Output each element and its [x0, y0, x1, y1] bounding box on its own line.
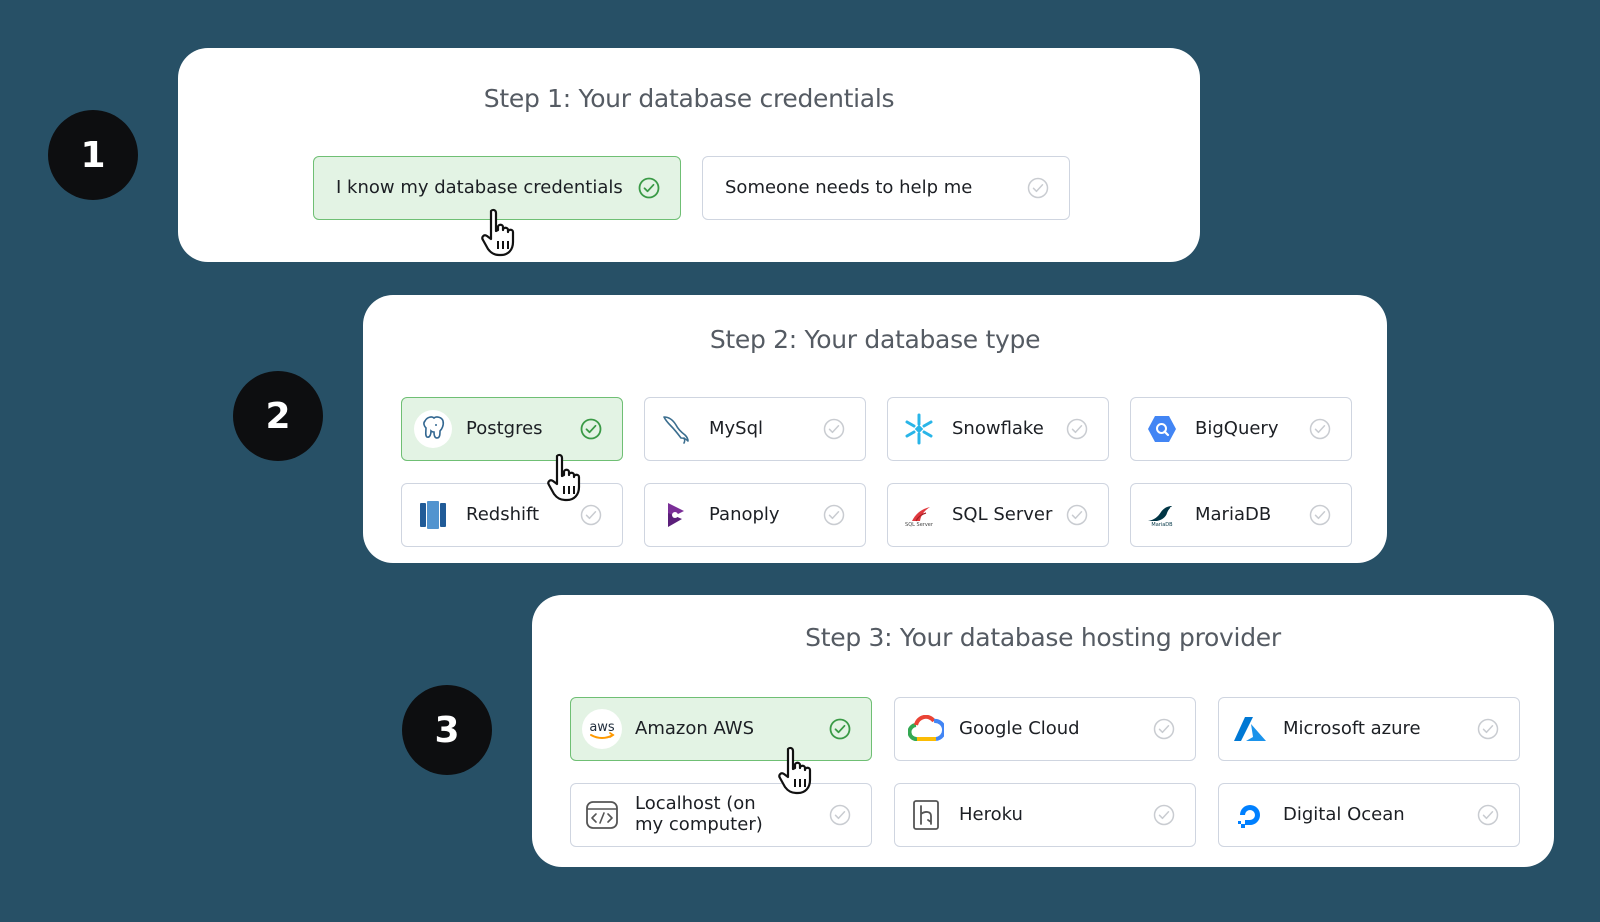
step-1-number: 1 [80, 134, 106, 176]
option-someone-help[interactable]: Someone needs to help me [702, 156, 1070, 220]
mariadb-logo-text: MariaDB [1151, 521, 1173, 528]
check-circle-icon [1153, 804, 1175, 826]
option-label: MariaDB [1195, 503, 1272, 525]
check-circle-icon [580, 418, 602, 440]
option-label: I know my database credentials [336, 176, 623, 198]
option-digital-ocean[interactable]: Digital Ocean [1218, 783, 1520, 847]
step-3-number-badge: 3 [402, 685, 492, 775]
option-label: SQL Server [952, 503, 1053, 525]
redshift-icon [412, 494, 454, 536]
check-circle-icon [1066, 418, 1088, 440]
sql-server-logo-text: SQL Server [905, 521, 933, 528]
option-bigquery[interactable]: BigQuery [1130, 397, 1352, 461]
step-1-title: Step 1: Your database credentials [483, 84, 895, 113]
option-label: MySql [709, 417, 764, 439]
option-label: Postgres [466, 417, 543, 439]
option-label: Microsoft azure [1283, 717, 1421, 739]
option-amazon-aws[interactable]: aws Amazon AWS [570, 697, 872, 761]
check-circle-icon [829, 718, 851, 740]
check-circle-icon [1309, 504, 1331, 526]
sql-server-icon: SQL Server [898, 494, 940, 536]
option-label: Localhost (on my computer) [635, 793, 763, 835]
google-cloud-icon [905, 708, 947, 750]
option-sql-server[interactable]: SQL Server SQL Server [887, 483, 1109, 547]
option-label: Heroku [959, 803, 1023, 825]
check-circle-icon [638, 177, 660, 199]
postgres-icon [412, 408, 454, 450]
mysql-dolphin-icon [655, 408, 697, 450]
option-label: BigQuery [1195, 417, 1279, 439]
hand-pointer-cursor-icon [481, 208, 515, 257]
localhost-code-window-icon [581, 794, 623, 836]
hand-pointer-cursor-icon [547, 453, 581, 502]
option-label: Snowflake [952, 417, 1044, 439]
option-google-cloud[interactable]: Google Cloud [894, 697, 1196, 761]
check-circle-icon [829, 804, 851, 826]
check-circle-icon [1066, 504, 1088, 526]
option-label: Redshift [466, 503, 540, 525]
check-circle-icon [823, 504, 845, 526]
option-label: Digital Ocean [1283, 803, 1405, 825]
check-circle-icon [1309, 418, 1331, 440]
option-label: Someone needs to help me [725, 176, 973, 198]
step-2-number-badge: 2 [233, 371, 323, 461]
option-mariadb[interactable]: MariaDB MariaDB [1130, 483, 1352, 547]
step-2-number: 2 [265, 395, 291, 437]
option-snowflake[interactable]: Snowflake [887, 397, 1109, 461]
check-circle-icon [1477, 804, 1499, 826]
bigquery-icon [1141, 408, 1183, 450]
hand-pointer-cursor-icon [778, 746, 812, 795]
option-label: Google Cloud [959, 717, 1080, 739]
step-3-title: Step 3: Your database hosting provider [805, 623, 1281, 652]
option-microsoft-azure[interactable]: Microsoft azure [1218, 697, 1520, 761]
check-circle-icon [1027, 177, 1049, 199]
option-label: Amazon AWS [635, 717, 755, 739]
azure-icon [1229, 708, 1271, 750]
aws-icon: aws [581, 708, 623, 750]
option-mysql[interactable]: MySql [644, 397, 866, 461]
check-circle-icon [580, 504, 602, 526]
heroku-icon [905, 794, 947, 836]
mariadb-seal-icon: MariaDB [1141, 494, 1183, 536]
check-circle-icon [1153, 718, 1175, 740]
step-3-number: 3 [434, 709, 460, 751]
check-circle-icon [823, 418, 845, 440]
option-localhost[interactable]: Localhost (on my computer) [570, 783, 872, 847]
step-2-title: Step 2: Your database type [709, 325, 1041, 354]
option-label: Panoply [709, 503, 780, 525]
digital-ocean-icon [1229, 794, 1271, 836]
step-1-card: Step 1: Your database credentials I know… [178, 48, 1200, 262]
check-circle-icon [1477, 718, 1499, 740]
step-1-number-badge: 1 [48, 110, 138, 200]
step-3-card: Step 3: Your database hosting provider a… [532, 595, 1554, 867]
snowflake-icon [898, 408, 940, 450]
panoply-icon [655, 494, 697, 536]
option-panoply[interactable]: Panoply [644, 483, 866, 547]
step-2-card: Step 2: Your database type Postgres MySq… [363, 295, 1387, 563]
option-heroku[interactable]: Heroku [894, 783, 1196, 847]
